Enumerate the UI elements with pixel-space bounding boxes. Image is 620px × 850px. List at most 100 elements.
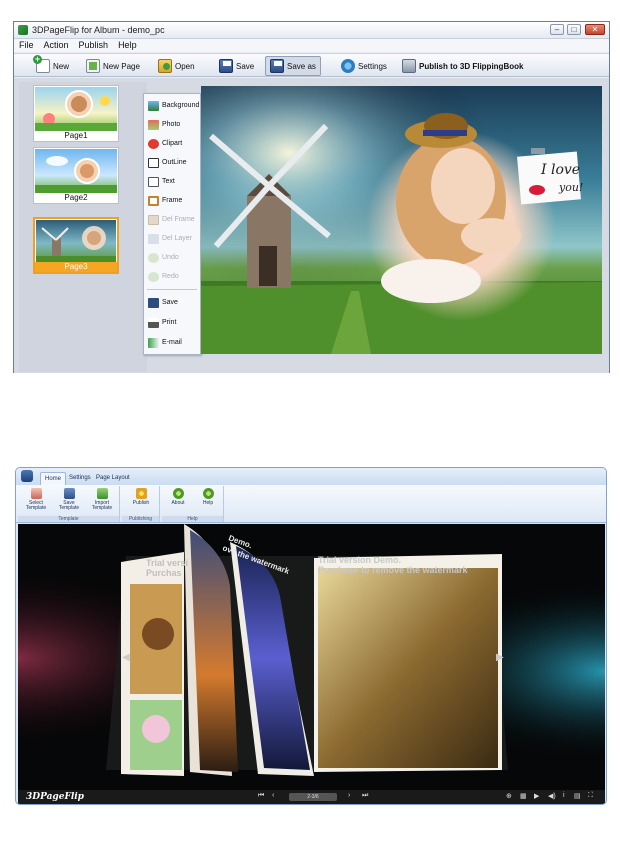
brand-logo: 3DPageFlip [26,792,84,802]
settings-icon [341,59,355,73]
menu-label: E-mail [162,339,182,346]
open-label: Open [175,61,195,71]
prev-page-arrow[interactable]: ◀ [122,652,130,663]
menu-print[interactable]: Print [144,313,200,332]
help-button[interactable]: Help [193,488,223,506]
last-page-icon[interactable]: ⏭ [362,792,368,800]
email-icon [148,337,159,348]
menu-label: Frame [162,197,183,204]
new-label: New [53,61,70,71]
new-page-label: New Page [103,61,140,71]
print-icon [148,317,159,328]
about-button[interactable]: About [163,488,193,506]
menu-action[interactable]: Action [39,39,74,50]
menu-file[interactable]: File [14,39,39,50]
page-thumbnails-panel: Page1 Page2 Page3 [19,82,147,372]
sound-icon[interactable]: ◀) [548,792,556,800]
next-page-arrow[interactable]: ▶ [496,652,504,663]
menu-redo[interactable]: Redo [144,267,200,286]
ribbon-title-bar: Home Settings Page Layout [16,468,606,485]
canvas-artwork: I love you! [201,86,602,354]
menu-label: Text [162,178,175,185]
first-page-icon[interactable]: ⏮ [258,792,264,800]
save-label: Save [236,61,255,71]
page-label: Page3 [35,262,117,272]
flipbook-viewer[interactable]: ◀ ▶ Trial versi Purchas Demo. ove the wa… [18,524,605,792]
menu-label: Clipart [162,140,183,147]
menu-photo[interactable]: Photo [144,115,200,134]
viewer-control-bar: 3DPageFlip ⏮ ‹ 2-3/6 › ⏭ ⊕ ▦ ▶ ◀) i ▤ ⛶ [18,790,605,804]
title-bar: 3DPageFlip for Album - demo_pc – □ ✕ [14,22,609,39]
open-button[interactable]: Open [154,56,199,76]
close-button[interactable]: ✕ [585,24,605,35]
window-title: 3DPageFlip for Album - demo_pc [32,25,165,35]
menu-background[interactable]: Background [144,96,200,115]
viewer-window: Home Settings Page Layout Select Templat… [15,467,607,805]
menu-label: Save [162,299,178,306]
menu-text[interactable]: Text [144,172,200,191]
select-template-button[interactable]: Select Template [21,488,51,511]
ribbon-group-publishing: Publish Publishing [122,486,160,522]
page-thumbnail-3[interactable]: Page3 [33,217,119,274]
next-page-icon[interactable]: › [348,792,350,799]
menu-del-frame[interactable]: Del Frame [144,210,200,229]
save-button[interactable]: Save [215,56,258,76]
zoom-icon[interactable]: ⊕ [506,792,512,800]
menu-bar: File Action Publish Help [14,39,609,52]
thumbnails-icon[interactable]: ▦ [520,792,527,800]
tab-page-layout[interactable]: Page Layout [92,472,134,485]
maximize-button[interactable]: □ [567,24,581,35]
redo-icon [148,271,159,282]
watermark-right-line1: Trial version Demo. [318,555,401,565]
open-folder-icon [158,59,172,73]
menu-outline[interactable]: OutLine [144,153,200,172]
menu-save[interactable]: Save [144,293,200,312]
button-label: Publish [132,500,150,506]
group-label: Publishing [122,516,159,522]
page-thumbnail-2[interactable]: Page2 [33,147,119,204]
ribbon-group-template: Select Template Save Template Import Tem… [18,486,120,522]
publish-3d-button[interactable]: Publish to 3D FlippingBook [398,56,527,76]
page-thumbnail-1[interactable]: Page1 [33,85,119,142]
minimize-button[interactable]: – [550,24,564,35]
tab-settings[interactable]: Settings [65,472,95,485]
group-label: Help [162,516,223,522]
select-template-icon [30,488,42,499]
ribbon-group-help: About Help Help [162,486,224,522]
info-icon[interactable]: i [563,792,565,799]
watermark-left-line1: Trial versi [146,558,188,568]
publish-button[interactable]: Publish [126,488,156,506]
publish-label: Publish to 3D FlippingBook [419,61,524,71]
tab-home[interactable]: Home [40,472,67,485]
menu-email[interactable]: E-mail [144,333,200,352]
autoplay-icon[interactable]: ▶ [534,792,539,800]
settings-button[interactable]: Settings [337,56,391,76]
menu-del-layer[interactable]: Del Layer [144,229,200,248]
menu-label: Undo [162,254,179,261]
page-canvas[interactable]: I love you! [201,86,602,354]
edit-side-menu: Background Photo Clipart OutLine Text Fr… [143,93,201,355]
new-page-button[interactable]: New Page [82,56,144,76]
menu-frame[interactable]: Frame [144,191,200,210]
menu-undo[interactable]: Undo [144,248,200,267]
page-indicator[interactable]: 2-3/6 [289,793,337,801]
save-as-label: Save as [287,61,316,71]
new-button[interactable]: New [32,55,73,76]
save-disk-icon [219,59,233,73]
menu-publish[interactable]: Publish [74,39,114,50]
note-text-line1: I love [540,162,580,178]
button-label: About [171,500,185,506]
previous-page-icon[interactable]: ‹ [272,792,274,799]
frame-icon [148,195,159,206]
share-icon[interactable]: ▤ [574,792,581,800]
fullscreen-icon[interactable]: ⛶ [588,792,593,800]
app-orb-icon[interactable] [21,470,33,482]
menu-label: Del Layer [162,235,192,242]
import-template-button[interactable]: Import Template [87,488,117,511]
menu-clipart[interactable]: Clipart [144,134,200,153]
page1-preview [35,87,117,131]
note-text-line2: you! [558,181,583,194]
save-as-button[interactable]: Save as [265,56,321,76]
menu-help[interactable]: Help [113,39,142,50]
save-template-button[interactable]: Save Template [54,488,84,511]
